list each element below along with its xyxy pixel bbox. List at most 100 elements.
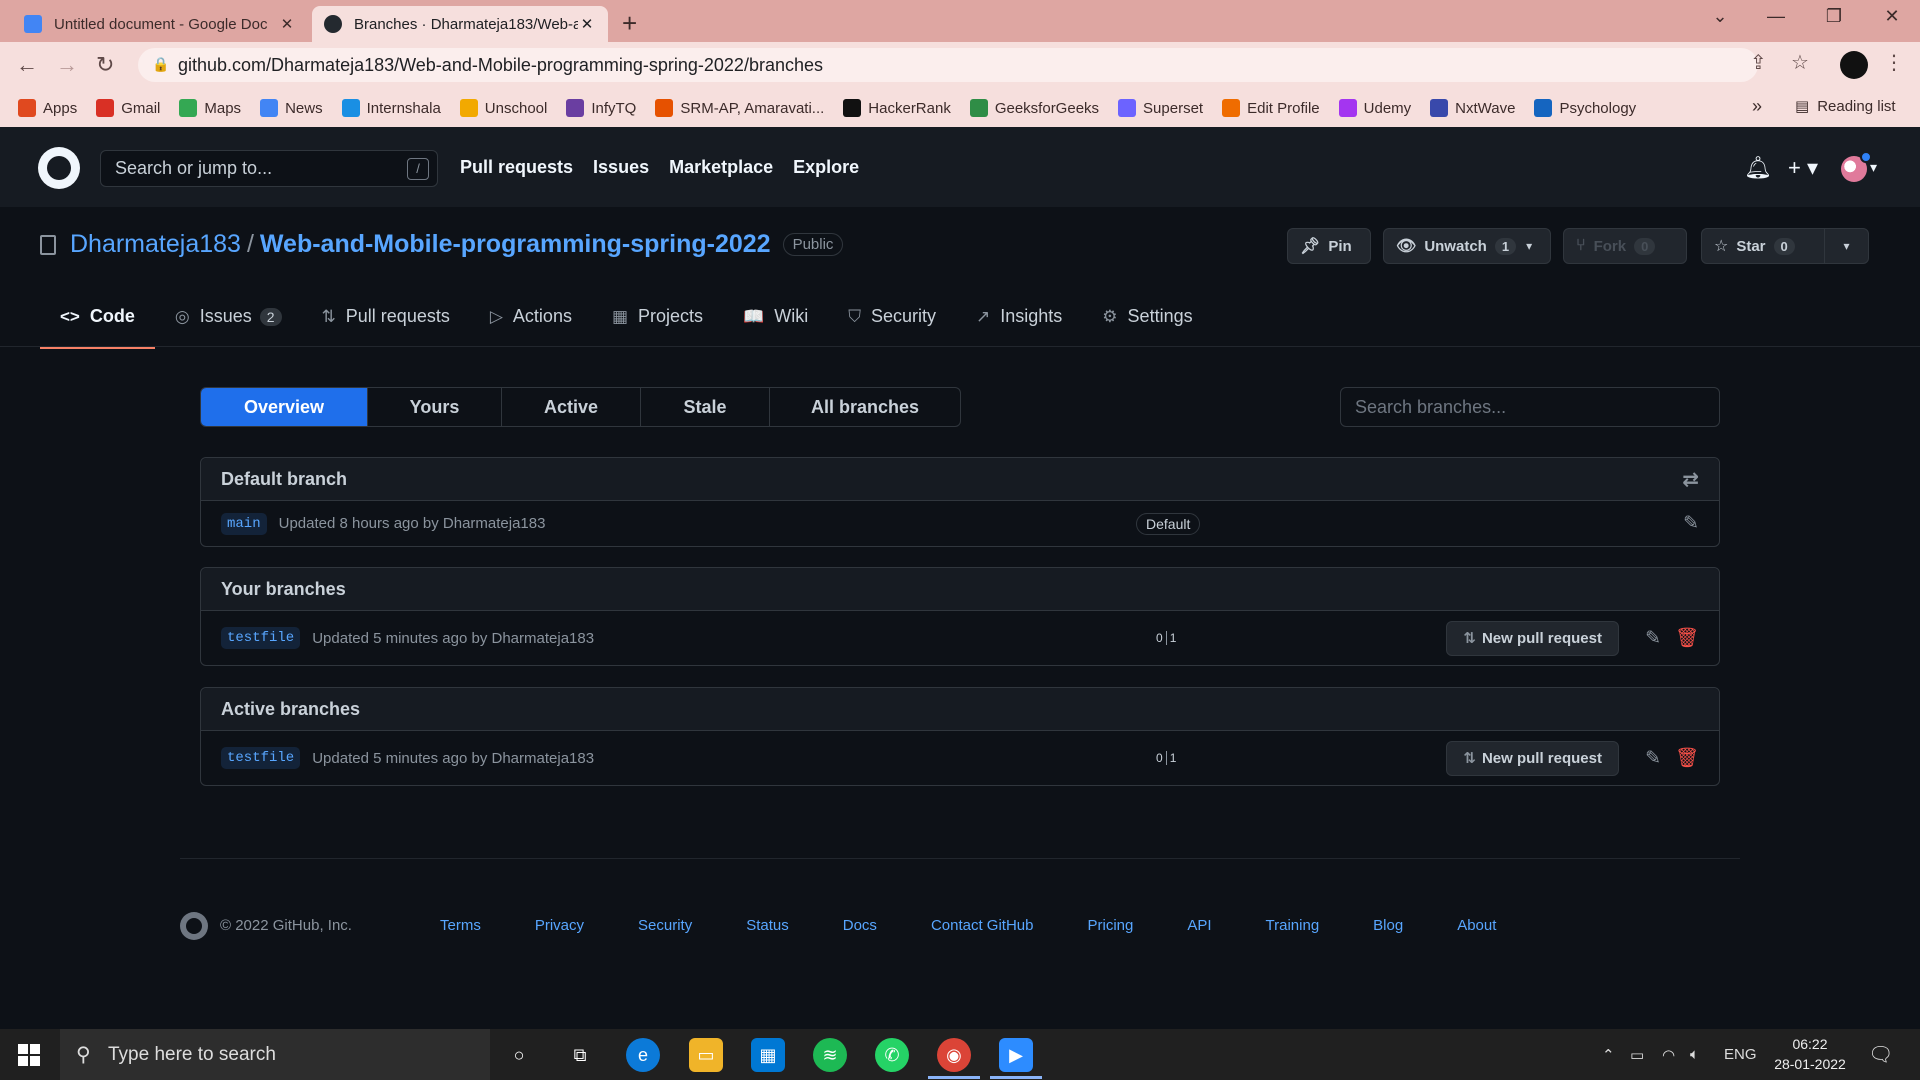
footer-link-blog[interactable]: Blog — [1373, 917, 1403, 934]
chrome-icon[interactable]: ◉ — [937, 1038, 971, 1072]
bookmark-item[interactable]: Superset — [1118, 99, 1203, 117]
close-tab-icon[interactable]: ✕ — [278, 15, 296, 33]
share-icon[interactable]: ⇪ — [1750, 50, 1767, 75]
bookmark-star-icon[interactable]: ☆ — [1791, 50, 1809, 75]
create-new-plus-icon[interactable]: + ▾ — [1788, 155, 1818, 181]
cortana-icon[interactable]: ○ — [502, 1038, 536, 1072]
close-tab-icon[interactable]: ✕ — [578, 15, 596, 33]
branch-name-link[interactable]: testfile — [221, 627, 301, 649]
star-list-chevron-icon[interactable]: ▾ — [1824, 229, 1868, 263]
bookmark-item[interactable]: GeeksforGeeks — [969, 99, 1099, 117]
tab-yours[interactable]: Yours — [368, 388, 502, 426]
search-branches-input[interactable] — [1340, 387, 1720, 427]
repo-tab-settings[interactable]: ⚙ Settings — [1082, 300, 1212, 347]
whatsapp-icon[interactable]: ✆ — [875, 1038, 909, 1072]
battery-icon[interactable]: ▭ — [1630, 1046, 1644, 1064]
branch-name-link[interactable]: main — [221, 512, 267, 535]
nav-marketplace[interactable]: Marketplace — [669, 157, 773, 178]
zoom-icon[interactable]: ▶ — [999, 1038, 1033, 1072]
bookmark-item[interactable]: NxtWave — [1430, 99, 1515, 117]
pin-button[interactable]: 📌︎ Pin — [1287, 228, 1371, 264]
github-logo-icon[interactable] — [38, 147, 80, 189]
pencil-icon[interactable]: ✎ — [1645, 747, 1661, 770]
bookmark-item[interactable]: Internshala — [341, 99, 441, 117]
bookmark-item[interactable]: Edit Profile — [1222, 99, 1320, 117]
repo-tab-issues[interactable]: ◎ Issues 2 — [155, 300, 302, 347]
volume-icon[interactable]: 🔈︎ — [1690, 1046, 1699, 1063]
bookmark-item[interactable]: Udemy — [1338, 99, 1411, 117]
repo-tab-projects[interactable]: ▦ Projects — [592, 300, 723, 347]
tab-all-branches[interactable]: All branches — [770, 388, 960, 426]
bookmark-item[interactable]: Apps — [18, 99, 77, 117]
reading-list-button[interactable]: ▤ Reading list — [1795, 97, 1896, 116]
notifications-bell-icon[interactable]: 🔔︎ — [1744, 155, 1772, 181]
bookmark-item[interactable]: Gmail — [96, 99, 160, 117]
task-view-icon[interactable]: ⧉ — [563, 1038, 597, 1072]
footer-link-api[interactable]: API — [1187, 917, 1211, 934]
bookmark-item[interactable]: Unschool — [459, 99, 547, 117]
global-search-input[interactable]: Search or jump to... / — [100, 150, 438, 187]
edge-browser-icon[interactable]: e — [626, 1038, 660, 1072]
pencil-icon[interactable]: ✎ — [1683, 512, 1699, 535]
forward-arrow-icon[interactable]: → — [56, 52, 78, 78]
footer-link-status[interactable]: Status — [746, 917, 789, 934]
new-tab-button[interactable]: + — [622, 8, 637, 39]
bookmark-item[interactable]: InfyTQ — [566, 99, 636, 117]
new-pull-request-button[interactable]: ⇅ New pull request — [1446, 740, 1619, 776]
url-bar[interactable]: 🔒 github.com/Dharmateja183/Web-and-Mobil… — [138, 48, 1758, 82]
nav-explore[interactable]: Explore — [793, 157, 859, 178]
system-clock[interactable]: 06:22 28-01-2022 — [1760, 1034, 1860, 1074]
restore-button[interactable]: ❐ — [1814, 6, 1854, 27]
bookmarks-overflow-icon[interactable]: » — [1752, 96, 1762, 117]
microsoft-store-icon[interactable]: ▦ — [751, 1038, 785, 1072]
github-footer-logo-icon[interactable] — [180, 912, 208, 940]
bookmark-item[interactable]: Psychology — [1534, 99, 1636, 117]
footer-link-about[interactable]: About — [1457, 917, 1496, 934]
bookmark-item[interactable]: Maps — [179, 99, 241, 117]
spotify-icon[interactable]: ≋ — [813, 1038, 847, 1072]
browser-tab-branches[interactable]: Branches · Dharmateja183/Web-a ✕ — [312, 6, 608, 42]
unwatch-button[interactable]: 👁︎ Unwatch 1 ▾ — [1383, 228, 1551, 264]
tab-overview[interactable]: Overview — [201, 388, 368, 426]
repo-tab-pull-requests[interactable]: ⇅ Pull requests — [302, 300, 470, 347]
footer-link-security[interactable]: Security — [638, 917, 692, 934]
star-button[interactable]: ☆ Star 0 ▾ — [1701, 228, 1869, 264]
chrome-menu-icon[interactable]: ⋮ — [1884, 50, 1904, 75]
repo-name-link[interactable]: Web-and-Mobile-programming-spring-2022 — [260, 230, 771, 259]
footer-link-contact-github[interactable]: Contact GitHub — [931, 917, 1034, 934]
footer-link-pricing[interactable]: Pricing — [1087, 917, 1133, 934]
footer-link-training[interactable]: Training — [1266, 917, 1320, 934]
tab-active[interactable]: Active — [502, 388, 641, 426]
trash-icon[interactable]: 🗑︎ — [1675, 746, 1699, 770]
tab-stale[interactable]: Stale — [641, 388, 770, 426]
close-window-button[interactable]: ✕ — [1872, 6, 1912, 27]
chrome-profile-avatar[interactable] — [1840, 51, 1868, 79]
back-arrow-icon[interactable]: ← — [16, 52, 38, 78]
nav-pull-requests[interactable]: Pull requests — [460, 157, 573, 178]
footer-link-privacy[interactable]: Privacy — [535, 917, 584, 934]
switch-default-branch-icon[interactable]: ⇄ — [1682, 467, 1699, 492]
windows-start-icon[interactable] — [18, 1044, 40, 1066]
nav-issues[interactable]: Issues — [593, 157, 649, 178]
bookmark-item[interactable]: SRM-AP, Amaravati... — [655, 99, 824, 117]
branch-name-link[interactable]: testfile — [221, 747, 301, 769]
repo-tab-code[interactable]: <> Code — [40, 300, 155, 349]
tray-chevron-icon[interactable]: ⌃ — [1602, 1046, 1615, 1064]
language-indicator[interactable]: ENG — [1724, 1046, 1757, 1063]
bookmark-item[interactable]: HackerRank — [843, 99, 951, 117]
bookmark-item[interactable]: News — [260, 99, 323, 117]
repo-tab-insights[interactable]: ↗ Insights — [956, 300, 1082, 347]
avatar-dropdown-caret-icon[interactable]: ▾ — [1870, 159, 1877, 176]
repo-tab-actions[interactable]: ▷ Actions — [470, 300, 592, 347]
reload-icon[interactable]: ↻ — [96, 52, 114, 78]
pencil-icon[interactable]: ✎ — [1645, 627, 1661, 650]
file-explorer-icon[interactable]: ▭ — [689, 1038, 723, 1072]
repo-tab-security[interactable]: ⛉ Security — [828, 300, 956, 347]
trash-icon[interactable]: 🗑︎ — [1675, 626, 1699, 650]
wifi-icon[interactable]: ◠ — [1662, 1046, 1675, 1064]
footer-link-docs[interactable]: Docs — [843, 917, 877, 934]
notification-center-icon[interactable]: 🗨︎ — [1868, 1042, 1893, 1067]
browser-tab-docs[interactable]: Untitled document - Google Doc ✕ — [12, 6, 308, 42]
tab-search-chevron-icon[interactable]: ⌄ — [1700, 6, 1740, 27]
repo-owner-link[interactable]: Dharmateja183 — [70, 230, 241, 259]
